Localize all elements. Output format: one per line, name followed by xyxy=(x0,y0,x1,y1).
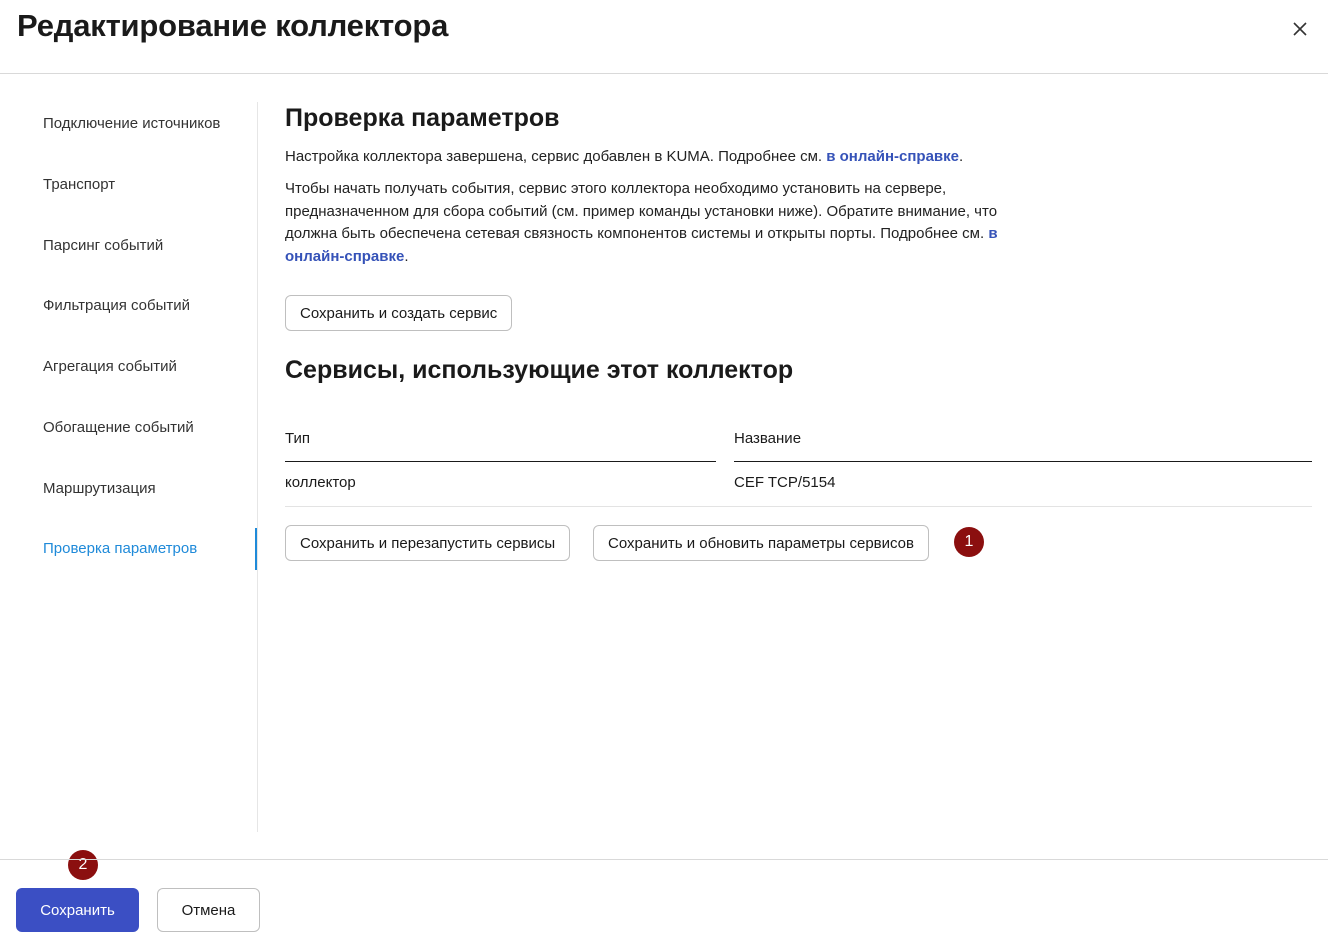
completion-text-end: . xyxy=(959,148,964,165)
column-header-name: Название xyxy=(734,430,802,447)
callout-badge-1: 1 xyxy=(954,527,984,557)
close-icon xyxy=(1293,22,1307,36)
sidebar-item-sources[interactable]: Подключение источников xyxy=(43,102,256,144)
install-instructions-end: . xyxy=(404,247,409,265)
sidebar-item-routing[interactable]: Маршрутизация xyxy=(43,467,256,509)
save-button[interactable]: Сохранить xyxy=(16,888,139,932)
services-section-title: Сервисы, использующие этот коллектор xyxy=(285,356,794,384)
column-header-type: Тип xyxy=(285,430,311,447)
online-help-link[interactable]: в онлайн-справке xyxy=(826,148,959,165)
active-indicator xyxy=(255,528,257,570)
sidebar-item-label: Проверка параметров xyxy=(43,539,198,557)
sidebar-item-label: Подключение источников xyxy=(43,114,221,132)
sidebar-item-parsing[interactable]: Парсинг событий xyxy=(43,224,256,266)
column-header-underline xyxy=(734,461,1312,462)
column-header-underline xyxy=(285,461,716,462)
save-update-services-button[interactable]: Сохранить и обновить параметры сервисов xyxy=(593,525,929,561)
sidebar-item-label: Фильтрация событий xyxy=(43,296,191,314)
sidebar-item-label: Обогащение событий xyxy=(43,418,194,436)
table-cell-type: коллектор xyxy=(285,474,356,491)
install-instructions-text: Чтобы начать получать события, сервис эт… xyxy=(285,178,1005,268)
table-row-divider xyxy=(285,506,1312,507)
completion-text: Настройка коллектора завершена, сервис д… xyxy=(285,146,1005,169)
save-restart-services-button[interactable]: Сохранить и перезапустить сервисы xyxy=(285,525,571,561)
check-section-title: Проверка параметров xyxy=(285,104,560,132)
sidebar-item-check[interactable]: Проверка параметров xyxy=(43,527,256,569)
close-button[interactable] xyxy=(1288,17,1312,41)
sidebar-item-label: Парсинг событий xyxy=(43,236,164,254)
table-cell-name[interactable]: CEF TCP/5154 xyxy=(734,474,835,491)
sidebar-item-label: Маршрутизация xyxy=(43,479,156,497)
sidebar-item-enrichment[interactable]: Обогащение событий xyxy=(43,406,256,448)
save-create-service-button[interactable]: Сохранить и создать сервис xyxy=(285,295,513,331)
install-instructions-body: Чтобы начать получать события, сервис эт… xyxy=(285,180,998,242)
dialog-footer: Сохранить Отмена xyxy=(0,859,1328,952)
dialog-header: Редактирование коллектора xyxy=(0,0,1328,74)
sidebar-nav: Подключение источников Транспорт Парсинг… xyxy=(0,102,258,832)
page-title: Редактирование коллектора xyxy=(17,8,449,43)
sidebar-item-aggregation[interactable]: Агрегация событий xyxy=(43,345,256,387)
completion-text-body: Настройка коллектора завершена, сервис д… xyxy=(285,148,827,165)
sidebar-item-label: Агрегация событий xyxy=(43,357,177,375)
sidebar-item-label: Транспорт xyxy=(43,175,116,193)
cancel-button[interactable]: Отмена xyxy=(157,888,260,932)
sidebar-item-transport[interactable]: Транспорт xyxy=(43,163,256,205)
sidebar-item-filtering[interactable]: Фильтрация событий xyxy=(43,284,256,326)
